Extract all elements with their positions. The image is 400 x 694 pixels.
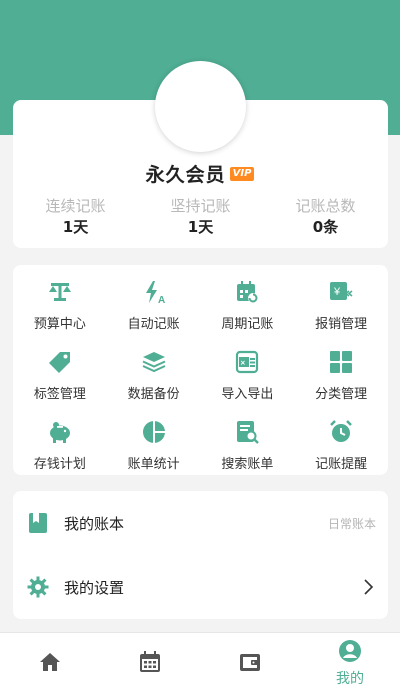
vip-badge: VIP (229, 166, 255, 181)
pie-chart-icon (141, 419, 167, 445)
feature-label: 导入导出 (221, 387, 274, 402)
feature-label: 账单统计 (127, 457, 180, 472)
tab-home[interactable] (0, 633, 100, 694)
feature-data-backup[interactable]: 数据备份 (107, 339, 201, 409)
feature-bill-statistics[interactable]: 账单统计 (107, 409, 201, 479)
tab-wallet[interactable] (200, 633, 300, 694)
calendar-icon (138, 650, 162, 678)
feature-grid: 预算中心 A 自动记账 周期记账 ¥ 报销管理 标签管理 数据备份 × 导入导出… (13, 265, 388, 479)
chevron-right-icon (362, 579, 374, 595)
feature-import-export[interactable]: × 导入导出 (201, 339, 295, 409)
feature-label: 自动记账 (127, 317, 180, 332)
member-title-row: 永久会员 VIP (0, 160, 400, 187)
feature-record-reminder[interactable]: 记账提醒 (294, 409, 388, 479)
search-document-icon (234, 419, 260, 445)
feature-reimbursement[interactable]: ¥ 报销管理 (294, 269, 388, 339)
wallet-icon (238, 650, 262, 678)
feature-grid-card: 预算中心 A 自动记账 周期记账 ¥ 报销管理 标签管理 数据备份 × 导入导出… (13, 265, 388, 475)
current-book-value: 日常账本 (327, 516, 376, 531)
feature-saving-plan[interactable]: 存钱计划 (13, 409, 107, 479)
feature-auto-record[interactable]: A 自动记账 (107, 269, 201, 339)
feature-label: 周期记账 (221, 317, 274, 332)
feature-tag-management[interactable]: 标签管理 (13, 339, 107, 409)
tag-icon (47, 349, 73, 375)
gear-icon (27, 576, 49, 598)
feature-label: 分类管理 (315, 387, 368, 402)
feature-label: 记账提醒 (315, 457, 368, 472)
reimburse-icon: ¥ (328, 279, 354, 305)
svg-text:¥: ¥ (333, 286, 341, 298)
layers-icon (141, 349, 167, 375)
tab-mine[interactable]: 我的 (300, 633, 400, 694)
settings-list-card: 我的账本 日常账本 我的设置 (13, 491, 388, 619)
stats-row: 连续记账 1天 坚持记账 1天 记账总数 0条 (13, 196, 388, 238)
svg-text:A: A (158, 295, 165, 305)
my-book-label: 我的账本 (64, 514, 125, 533)
calendar-cycle-icon (234, 279, 260, 305)
feature-category-management[interactable]: 分类管理 (294, 339, 388, 409)
stat-consecutive-days: 连续记账 1天 (13, 196, 138, 238)
user-icon (338, 639, 362, 667)
avatar[interactable] (155, 61, 246, 152)
stat-label: 记账总数 (295, 197, 356, 215)
feature-budget-center[interactable]: 预算中心 (13, 269, 107, 339)
piggy-bank-icon (47, 419, 73, 445)
feature-search-bills[interactable]: 搜索账单 (201, 409, 295, 479)
feature-label: 报销管理 (315, 317, 368, 332)
stat-value: 1天 (62, 218, 89, 236)
book-icon (27, 512, 49, 534)
stat-value: 0条 (312, 218, 339, 236)
member-title: 永久会员 (145, 164, 226, 186)
scale-icon (47, 279, 73, 305)
bottom-tab-bar: 我的 (0, 632, 400, 694)
alarm-clock-icon (328, 419, 354, 445)
feature-label: 标签管理 (33, 387, 86, 402)
stat-value: 1天 (187, 218, 214, 236)
stat-total-records: 记账总数 0条 (263, 196, 388, 238)
feature-label: 预算中心 (33, 317, 86, 332)
svg-text:×: × (241, 359, 246, 368)
my-book-row[interactable]: 我的账本 日常账本 (13, 491, 388, 555)
excel-icon: × (234, 349, 260, 375)
tab-calendar[interactable] (100, 633, 200, 694)
my-settings-row[interactable]: 我的设置 (13, 555, 388, 619)
stat-persist-days: 坚持记账 1天 (138, 196, 263, 238)
stat-label: 连续记账 (45, 197, 106, 215)
feature-periodic-record[interactable]: 周期记账 (201, 269, 295, 339)
feature-label: 存钱计划 (33, 457, 86, 472)
feature-label: 数据备份 (127, 387, 180, 402)
home-icon (38, 650, 62, 678)
grid-icon (328, 349, 354, 375)
feature-label: 搜索账单 (221, 457, 274, 472)
stat-label: 坚持记账 (170, 197, 231, 215)
auto-bolt-icon: A (141, 279, 167, 305)
tab-mine-label: 我的 (336, 671, 364, 687)
my-settings-label: 我的设置 (64, 578, 125, 597)
